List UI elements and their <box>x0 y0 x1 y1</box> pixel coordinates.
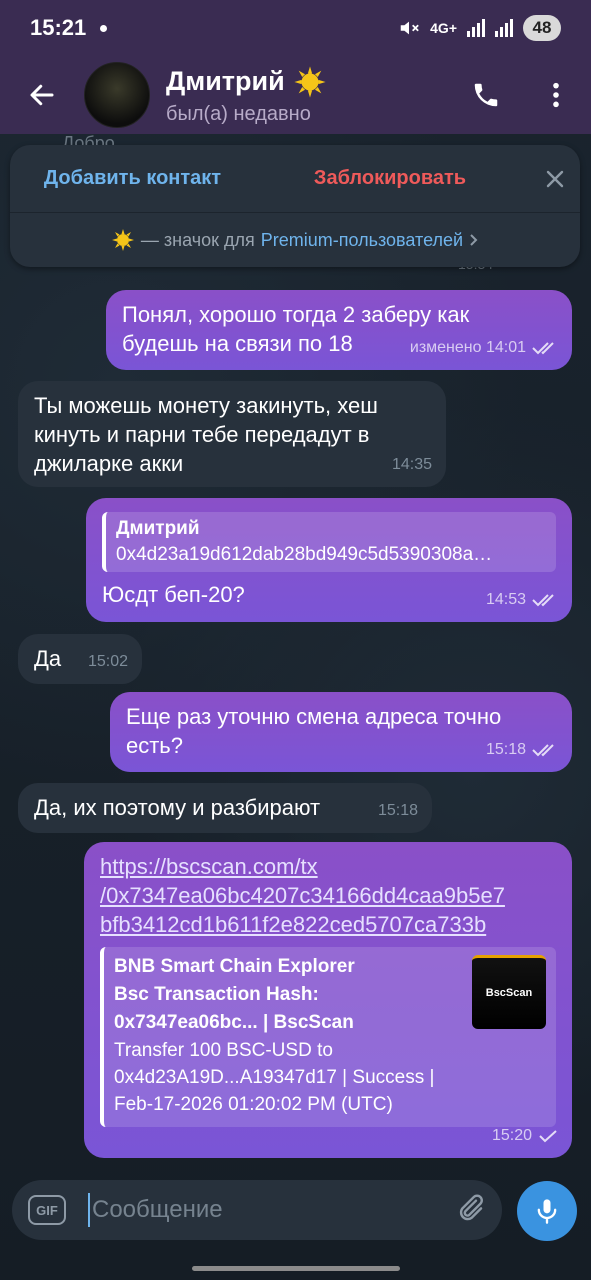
signal-icon <box>467 19 485 37</box>
check-icon <box>539 1129 557 1142</box>
home-indicator[interactable] <box>192 1266 400 1271</box>
message-time: 14:53 <box>485 591 526 608</box>
message-input[interactable] <box>92 1196 432 1224</box>
gif-button[interactable]: GIF <box>28 1195 66 1225</box>
message-composer: GIF <box>12 1180 502 1240</box>
signal-icon-2 <box>495 19 513 37</box>
double-check-icon <box>532 593 554 606</box>
message-time: 15:18 <box>485 741 526 758</box>
more-vert-icon <box>553 82 559 108</box>
message-text: Ты можешь монету закинуть, хеш кинуть и … <box>34 393 378 476</box>
call-button[interactable] <box>451 56 521 134</box>
message-bubble-outgoing[interactable]: Понял, хорошо тогда 2 заберу как будешь … <box>106 290 572 370</box>
close-icon <box>546 170 564 187</box>
double-check-icon <box>532 743 554 756</box>
message-time: 15:18 <box>377 802 418 819</box>
premium-note[interactable]: — значок для Premium-пользователей <box>10 213 580 267</box>
message-time: 14:35 <box>391 456 432 473</box>
link-line: /0x7347ea06bc4207c34166dd4caa9b5e7 <box>100 883 505 908</box>
message-bubble-outgoing[interactable]: Дмитрий 0x4d23a19d612dab28bd949c5d539030… <box>86 498 572 622</box>
new-contact-banner: Добавить контакт Заблокировать — значок … <box>10 145 580 267</box>
back-button[interactable] <box>0 56 84 134</box>
mute-icon <box>400 21 419 35</box>
message-bubble-incoming[interactable]: Да, их поэтому и разбирают 15:18 <box>18 783 432 833</box>
message-time: 15:02 <box>87 653 128 670</box>
link-line: bfb3412cd1b611f2e822ced5707ca733b <box>100 912 487 937</box>
message-bubble-incoming[interactable]: Ты можешь монету закинуть, хеш кинуть и … <box>18 381 446 487</box>
phone-icon <box>474 83 498 107</box>
message-time: 15:20 <box>491 1127 532 1144</box>
message-text: Да, их поэтому и разбирают <box>34 795 321 820</box>
link-preview[interactable]: BNB Smart Chain Explorer Bsc Transaction… <box>100 947 556 1127</box>
premium-star-icon <box>111 229 134 251</box>
chat-title[interactable]: Дмитрий был(а) недавно <box>166 65 451 126</box>
chevron-right-icon <box>470 234 478 246</box>
battery-indicator: 48 <box>523 15 561 41</box>
block-button[interactable]: Заблокировать <box>255 167 525 190</box>
message-bubble-incoming[interactable]: Да 15:02 <box>18 634 142 684</box>
preview-description: Feb-17-2026 01:20:02 PM (UTC) <box>114 1094 393 1115</box>
notification-dot <box>100 24 108 32</box>
network-type: 4G+ <box>430 20 457 36</box>
status-time: 15:21 <box>30 15 87 40</box>
add-contact-button[interactable]: Добавить контакт <box>10 167 255 190</box>
link-line: https://bscscan.com/tx <box>100 854 318 879</box>
premium-note-text: — значок для <box>140 229 255 250</box>
text-cursor <box>88 1193 90 1227</box>
reply-author: Дмитрий <box>116 518 200 539</box>
avatar[interactable] <box>84 62 150 128</box>
microphone-icon <box>537 1199 557 1224</box>
bscscan-logo: BscScan <box>472 955 546 1029</box>
close-banner-button[interactable] <box>530 145 580 213</box>
contact-name: Дмитрий <box>166 66 285 96</box>
reply-quote[interactable]: Дмитрий 0x4d23a19d612dab28bd949c5d539030… <box>102 512 556 572</box>
arrow-left-icon <box>30 84 54 106</box>
preview-description: 0x4d23A19D...A19347d17 | Success | <box>114 1067 435 1088</box>
attach-button[interactable] <box>454 1192 486 1229</box>
chat-header: Дмитрий был(а) недавно <box>0 56 591 134</box>
double-check-icon <box>532 341 554 354</box>
voice-record-button[interactable] <box>517 1181 577 1241</box>
status-bar: 15:21 4G+ 48 <box>0 0 591 56</box>
message-link[interactable]: https://bscscan.com/tx /0x7347ea06bc4207… <box>100 852 556 939</box>
bscscan-logo-text: BscScan <box>485 987 533 999</box>
message-text: Еще раз уточню смена адреса точно есть? <box>126 704 502 758</box>
premium-link[interactable]: Premium-пользователей <box>261 230 463 251</box>
message-bubble-outgoing[interactable]: https://bscscan.com/tx /0x7347ea06bc4207… <box>84 842 572 1158</box>
last-seen-status: был(а) недавно <box>166 102 311 125</box>
message-time: изменено 14:01 <box>409 339 526 356</box>
preview-description: Transfer 100 BSC-USD to <box>114 1040 333 1061</box>
premium-star-icon <box>294 65 326 98</box>
reply-text: 0x4d23a19d612dab28bd949c5d5390308a… <box>116 544 493 565</box>
more-menu-button[interactable] <box>521 56 591 134</box>
message-bubble-outgoing[interactable]: Еще раз уточню смена адреса точно есть? … <box>110 692 572 772</box>
paperclip-icon <box>459 1194 483 1220</box>
